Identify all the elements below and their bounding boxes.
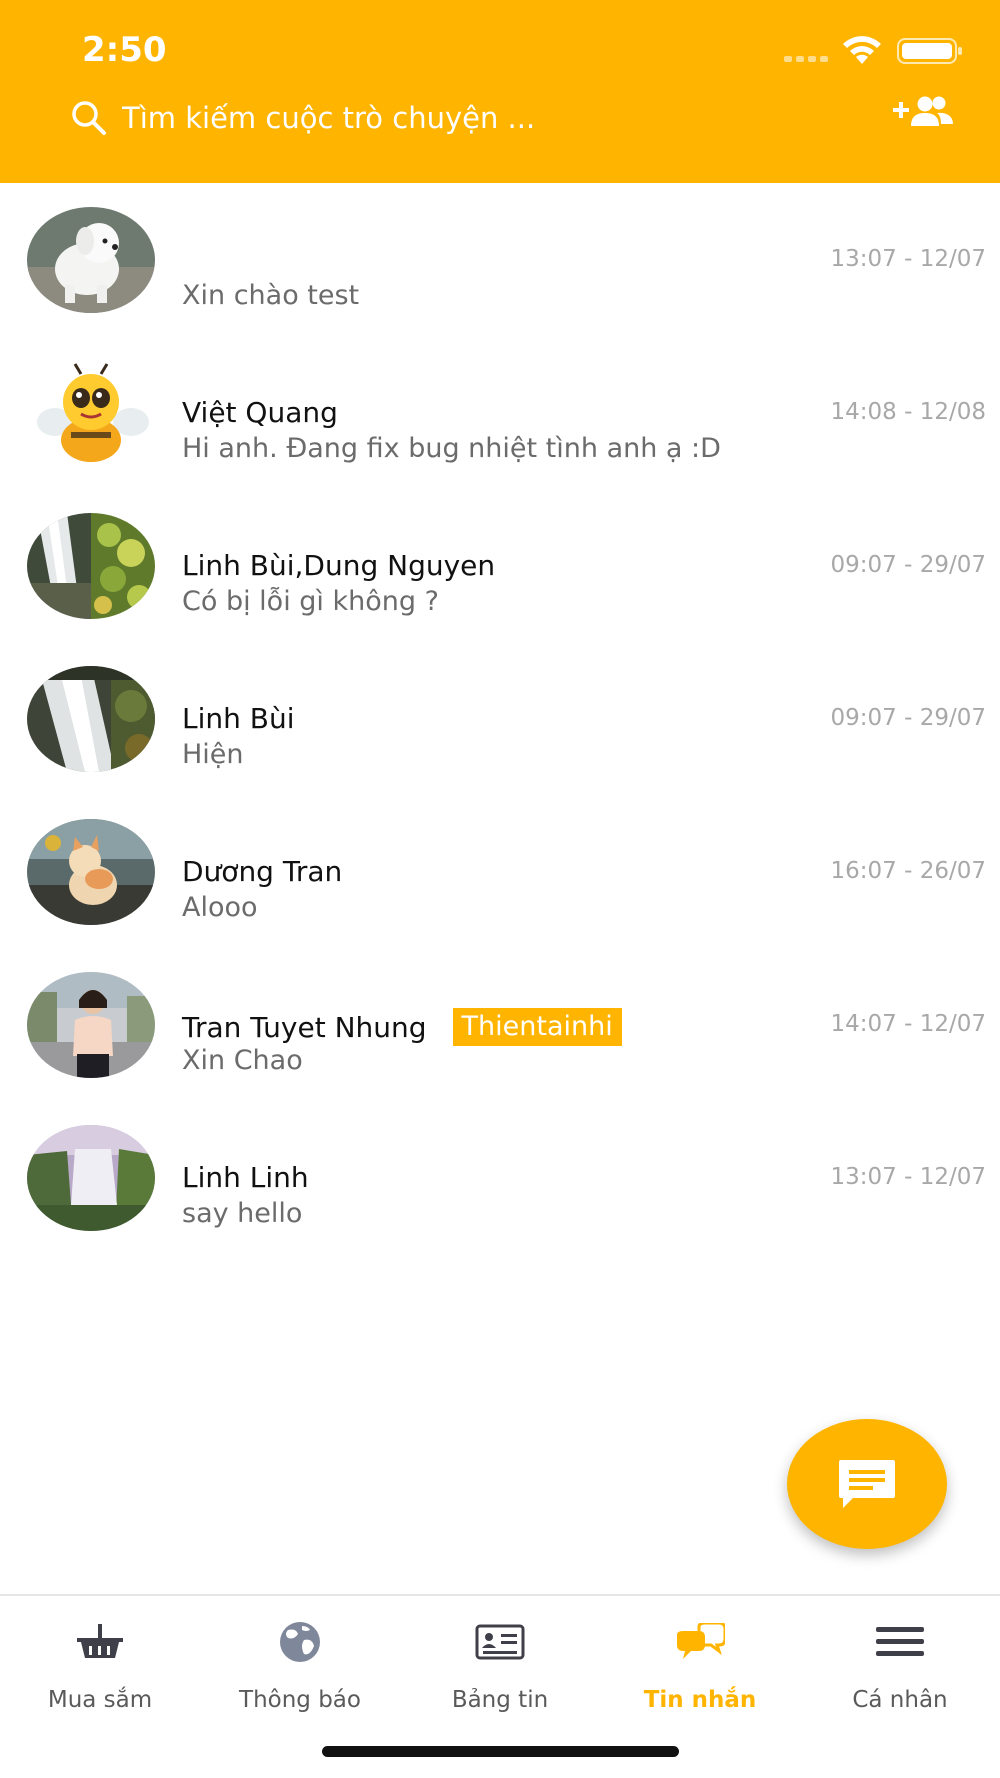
tab-label: Bảng tin [451, 1687, 549, 1713]
new-message-icon [839, 1460, 895, 1508]
basket-icon [77, 1624, 123, 1658]
conversation-preview: Hiện [182, 739, 244, 770]
cellular-signal-icon [784, 56, 828, 62]
avatar [27, 207, 155, 313]
id-card-icon [475, 1624, 525, 1660]
tab-ca-nhan[interactable]: Cá nhân [800, 1596, 1000, 1726]
conversation-name: Tran Tuyet Nhung [182, 1010, 427, 1044]
tab-tin-nhan[interactable]: Tin nhắn [600, 1596, 800, 1726]
conversation-name-row: Tran Tuyet Nhung Thientainhi [182, 1008, 622, 1046]
avatar [27, 1125, 155, 1231]
add-friend-icon[interactable] [893, 94, 955, 130]
search-bar[interactable] [70, 95, 750, 141]
tab-label: Tin nhắn [643, 1687, 757, 1713]
avatar [27, 972, 155, 1078]
conversation-item[interactable]: Linh Linh say hello 13:07 - 12/07 [0, 1101, 1000, 1254]
conversation-time: 14:07 - 12/07 [830, 1011, 987, 1037]
conversation-time: 16:07 - 26/07 [830, 858, 987, 884]
conversation-time: 09:07 - 29/07 [830, 552, 987, 578]
tab-label: Mua sắm [47, 1687, 153, 1713]
conversation-list: Xin chào test 13:07 - 12/07 Việt Quang H… [0, 183, 1000, 1254]
status-time: 2:50 [82, 30, 167, 70]
conversation-time: 14:08 - 12/08 [830, 399, 987, 425]
conversation-preview: Alooo [182, 892, 258, 923]
conversation-preview: say hello [182, 1198, 303, 1229]
app-screen: 2:50 Tìm kiếm cuộc trò chuyện ... Xin ch… [0, 0, 1000, 1778]
avatar [27, 666, 155, 772]
tab-label: Thông báo [239, 1687, 361, 1713]
conversation-name-row: Linh Bùi [182, 702, 295, 735]
conversation-name-row: Linh Linh [182, 1161, 309, 1194]
search-input[interactable] [122, 101, 722, 135]
conversation-name-row: Linh Bùi,Dung Nguyen [182, 549, 495, 582]
tab-bang-tin[interactable]: Bảng tin [400, 1596, 600, 1726]
conversation-item[interactable]: Linh Bùi Hiện 09:07 - 29/07 [0, 642, 1000, 795]
conversation-name: Linh Bùi,Dung Nguyen [182, 549, 496, 582]
conversation-preview: Có bị lỗi gì không ? [182, 586, 439, 617]
conversation-item[interactable]: Xin chào test 13:07 - 12/07 [0, 183, 1000, 336]
conversation-tag-badge: Thientainhi [452, 1008, 622, 1046]
avatar [27, 819, 155, 925]
tab-thong-bao[interactable]: Thông báo [200, 1596, 400, 1726]
conversation-preview: Xin Chao [182, 1045, 303, 1076]
conversation-name-row: Việt Quang [182, 396, 338, 429]
menu-icon [876, 1627, 924, 1656]
conversation-time: 13:07 - 12/07 [830, 1164, 987, 1190]
conversation-preview: Hi anh. Đang fix bug nhiệt tình anh ạ :D [182, 433, 721, 464]
header: 2:50 [0, 0, 1000, 183]
conversation-time: 09:07 - 29/07 [830, 705, 987, 731]
conversation-item[interactable]: Linh Bùi,Dung Nguyen Có bị lỗi gì không … [0, 489, 1000, 642]
new-message-button[interactable] [787, 1419, 947, 1549]
avatar [27, 513, 155, 619]
home-indicator [322, 1746, 679, 1757]
wifi-icon [843, 36, 881, 64]
conversation-item[interactable]: Dương Tran Alooo 16:07 - 26/07 [0, 795, 1000, 948]
chat-bubbles-icon [677, 1623, 725, 1659]
tab-mua-sam[interactable]: Mua sắm [0, 1596, 200, 1726]
avatar [27, 360, 155, 466]
conversation-preview: Xin chào test [182, 280, 360, 311]
tab-label: Cá nhân [852, 1687, 948, 1713]
conversation-name: Linh Linh [182, 1161, 309, 1194]
conversation-name: Việt Quang [182, 396, 338, 429]
globe-icon [280, 1622, 320, 1662]
conversation-name-row: Dương Tran [182, 855, 342, 888]
conversation-time: 13:07 - 12/07 [830, 246, 987, 272]
battery-icon [897, 38, 962, 64]
search-icon [72, 101, 106, 135]
conversation-name: Dương Tran [182, 855, 343, 888]
conversation-item[interactable]: Tran Tuyet Nhung Thientainhi Xin Chao 14… [0, 948, 1000, 1101]
conversation-item[interactable]: Việt Quang Hi anh. Đang fix bug nhiệt tì… [0, 336, 1000, 489]
conversation-name: Linh Bùi [182, 702, 295, 735]
